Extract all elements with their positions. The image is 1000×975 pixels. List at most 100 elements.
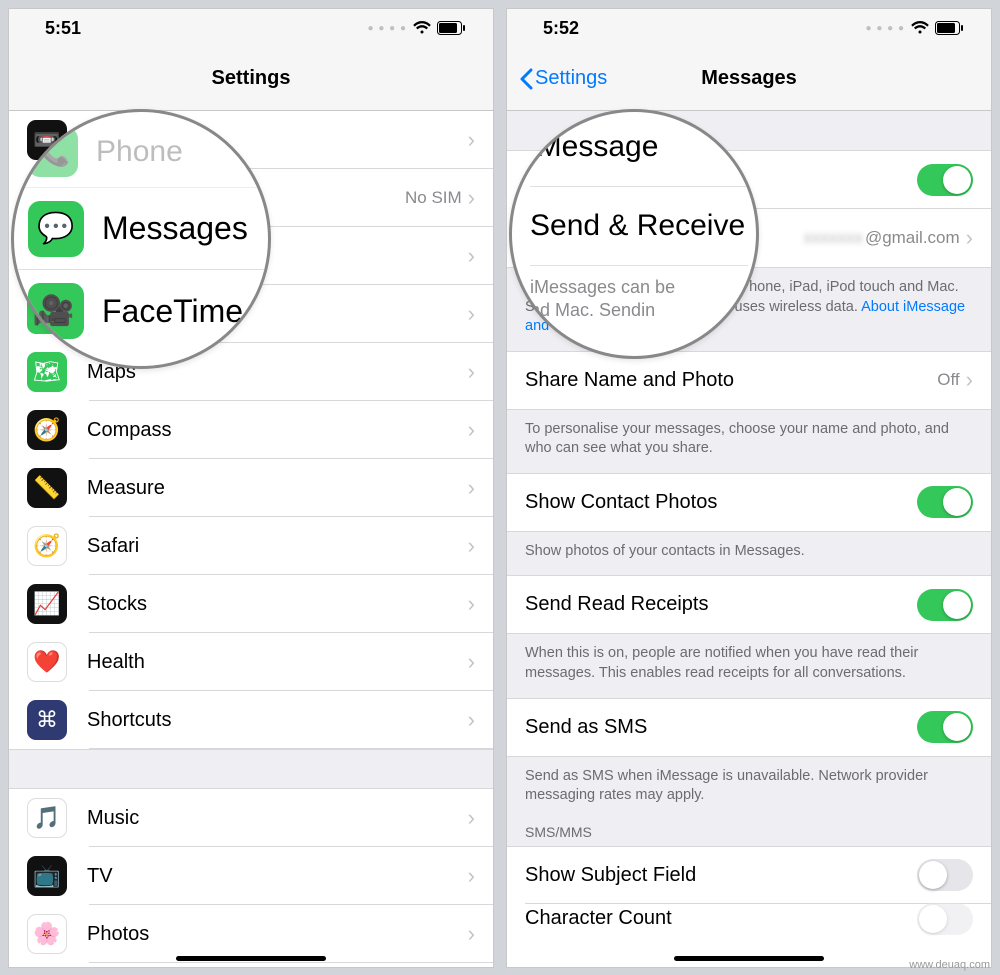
maps-icon: 🗺 <box>27 352 67 392</box>
send-receive-detail: @gmail.com <box>865 228 960 248</box>
page-title: Settings <box>212 67 291 90</box>
settings-row-health[interactable]: ❤️Health› <box>9 633 493 691</box>
chevron-left-icon <box>519 68 533 90</box>
settings-row-stocks[interactable]: 📈 Stocks› <box>9 575 493 633</box>
row-label: Safari <box>87 535 468 558</box>
show-contact-photos-row[interactable]: Show Contact Photos <box>507 473 991 531</box>
page-title: Messages <box>701 67 797 90</box>
character-count-row[interactable]: Character Count <box>507 904 991 934</box>
share-name-label: Share Name and Photo <box>525 369 937 392</box>
show-contact-footer: Show photos of your contacts in Messages… <box>507 531 991 576</box>
status-bar: 5:51 ● ● ● ● <box>9 9 493 47</box>
photos-icon: 🌸 <box>27 914 67 954</box>
chevron-right-icon: › <box>468 533 475 559</box>
chevron-right-icon: › <box>468 591 475 617</box>
settings-row-safari[interactable]: 🧭 Safari› <box>9 517 493 575</box>
measure-icon: 📏 <box>27 468 67 508</box>
share-name-footer: To personalise your messages, choose you… <box>507 409 991 473</box>
settings-row-music[interactable]: 🎵 Music› <box>9 789 493 847</box>
mag-facetime-label: FaceTime <box>102 293 243 330</box>
shortcuts-icon: ⌘ <box>27 700 67 740</box>
chevron-right-icon: › <box>468 185 475 211</box>
chevron-right-icon: › <box>468 417 475 443</box>
battery-icon <box>437 21 465 35</box>
email-blurred: xxxxxxx <box>803 228 863 248</box>
chevron-right-icon: › <box>468 475 475 501</box>
row-label: Music <box>87 807 468 830</box>
chevron-right-icon: › <box>468 359 475 385</box>
read-receipts-toggle[interactable] <box>917 589 973 621</box>
mag-footer: iMessages can be nd Mac. Sendin <box>530 266 748 323</box>
chevron-right-icon: › <box>468 649 475 675</box>
read-receipts-footer: When this is on, people are notified whe… <box>507 633 991 697</box>
stocks-icon: 📈 <box>27 584 67 624</box>
phone-icon: 📞 <box>28 127 78 177</box>
show-contact-label: Show Contact Photos <box>525 491 917 514</box>
share-name-row[interactable]: Share Name and Photo Off › <box>507 351 991 409</box>
subject-toggle[interactable] <box>917 859 973 891</box>
compass-icon: 🧭 <box>27 410 67 450</box>
chevron-right-icon: › <box>468 707 475 733</box>
chevron-right-icon: › <box>468 805 475 831</box>
status-bar: 5:52 ● ● ● ● <box>507 9 991 47</box>
read-receipts-row[interactable]: Send Read Receipts <box>507 575 991 633</box>
chevron-right-icon: › <box>468 127 475 153</box>
row-label: Stocks <box>87 593 468 616</box>
row-detail: No SIM <box>405 188 462 208</box>
char-count-label: Character Count <box>525 907 917 930</box>
wifi-icon <box>911 21 929 35</box>
mag-send-receive: Send & Receive <box>530 187 748 266</box>
row-label: Measure <box>87 477 468 500</box>
chevron-right-icon: › <box>468 301 475 327</box>
battery-icon <box>935 21 963 35</box>
back-button[interactable]: Settings <box>519 67 607 90</box>
nav-bar: Settings Messages <box>507 47 991 111</box>
cellular-dots-icon: ● ● ● ● <box>368 23 408 34</box>
settings-row-compass[interactable]: 🧭 Compass› <box>9 401 493 459</box>
nav-bar: Settings <box>9 47 493 111</box>
subject-field-row[interactable]: Show Subject Field <box>507 846 991 904</box>
watermark: www.deuaq.com <box>909 959 990 971</box>
settings-row-shortcuts[interactable]: ⌘ Shortcuts› <box>9 691 493 749</box>
messages-icon: 💬 <box>28 201 84 257</box>
sms-mms-header: SMS/MMS <box>507 810 991 846</box>
cellular-dots-icon: ● ● ● ● <box>866 23 906 34</box>
send-sms-footer: Send as SMS when iMessage is unavailable… <box>507 756 991 810</box>
row-label: Compass <box>87 419 468 442</box>
music-icon: 🎵 <box>27 798 67 838</box>
safari-icon: 🧭 <box>27 526 67 566</box>
chevron-right-icon: › <box>966 225 973 251</box>
send-sms-toggle[interactable] <box>917 711 973 743</box>
show-contact-toggle[interactable] <box>917 486 973 518</box>
status-time: 5:51 <box>45 18 81 39</box>
settings-screen: 5:51 ● ● ● ● Settings 📼Voice Memos›📞Phon… <box>8 8 494 968</box>
status-indicators: ● ● ● ● <box>368 21 466 35</box>
status-indicators: ● ● ● ● <box>866 21 964 35</box>
char-count-toggle[interactable] <box>917 903 973 935</box>
settings-list-2[interactable]: 🎵Music›📺TV›🌸Photos›📷Camera›📕Books› <box>9 789 493 968</box>
back-label: Settings <box>535 67 607 90</box>
tv-icon: 📺 <box>27 856 67 896</box>
send-sms-label: Send as SMS <box>525 716 917 739</box>
row-label: Shortcuts <box>87 709 468 732</box>
home-indicator[interactable] <box>176 956 326 961</box>
magnifier-lens: 📞 Phone 💬 Messages 🎥 FaceTime <box>11 109 271 369</box>
settings-row-tv[interactable]: 📺TV› <box>9 847 493 905</box>
imessage-toggle[interactable] <box>917 164 973 196</box>
mag-messages-label: Messages <box>102 210 248 247</box>
chevron-right-icon: › <box>468 243 475 269</box>
settings-row-camera[interactable]: 📷Camera› <box>9 963 493 968</box>
section-gap <box>9 749 493 789</box>
messages-settings-screen: 5:52 ● ● ● ● Settings Messages iMessage … <box>506 8 992 968</box>
read-receipts-label: Send Read Receipts <box>525 593 917 616</box>
settings-row-photos[interactable]: 🌸Photos› <box>9 905 493 963</box>
row-label: Health <box>87 651 468 674</box>
send-as-sms-row[interactable]: Send as SMS <box>507 698 991 756</box>
settings-row-measure[interactable]: 📏 Measure› <box>9 459 493 517</box>
home-indicator[interactable] <box>674 956 824 961</box>
chevron-right-icon: › <box>468 921 475 947</box>
chevron-right-icon: › <box>966 367 973 393</box>
wifi-icon <box>413 21 431 35</box>
mag-phone-label: Phone <box>96 135 183 169</box>
subject-label: Show Subject Field <box>525 864 917 887</box>
